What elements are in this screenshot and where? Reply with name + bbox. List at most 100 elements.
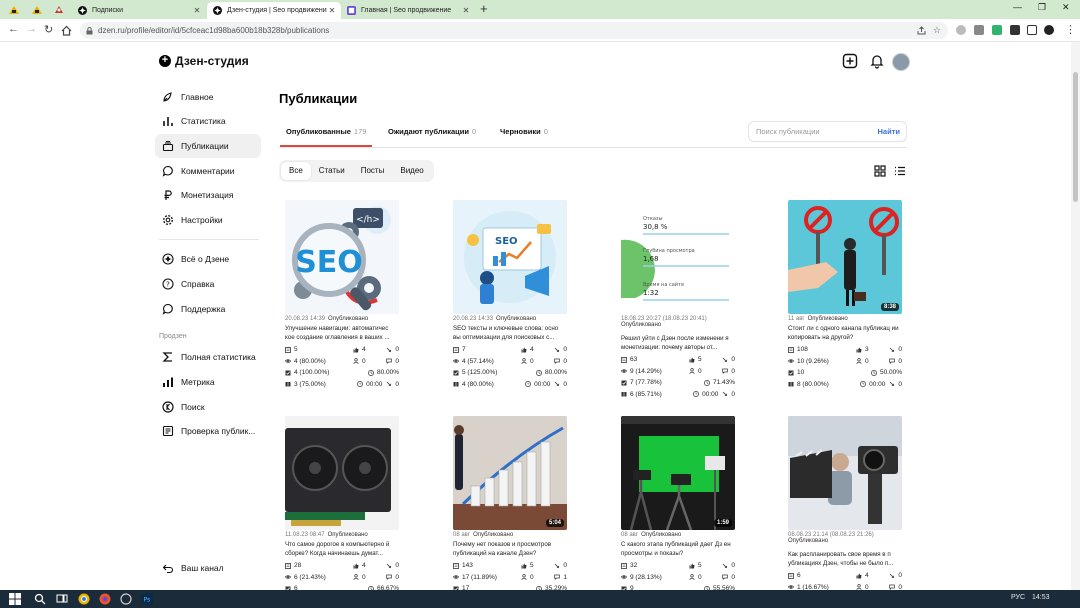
publication-thumbnail[interactable]: 1:59 [621,416,735,530]
chrome-icon[interactable] [78,593,90,605]
profile-icon[interactable] [1044,25,1054,35]
grid-view-icon[interactable] [874,165,886,177]
publication-card[interactable]: 5:04 08 авг Опубликовано Почему нет показ… [453,416,567,590]
sidebar-item-main[interactable]: Главное [155,85,261,109]
create-button[interactable] [842,53,858,69]
sidebar-item-monetization[interactable]: Монетизация [155,183,261,207]
search-icon[interactable] [34,593,46,605]
close-icon[interactable]: ✕ [461,6,471,15]
minimize-icon[interactable]: — [1013,2,1022,12]
tab-published[interactable]: Опубликованные 179 [279,127,373,147]
publication-thumbnail[interactable]: 5:04 [453,416,567,530]
sidebar-item-comments[interactable]: Комментарии [155,159,261,183]
list-view-icon[interactable] [894,165,906,177]
sidebar-item-full-statistics[interactable]: Полная статистика [155,345,261,369]
repost-icon [890,347,895,352]
publication-title[interactable]: Как распланировать свое время в п ублика… [788,551,902,568]
publication-title[interactable]: Что самое дорогое в компьютерно й сборке… [285,541,399,558]
sidebar-item-search[interactable]: Поиск [155,395,261,419]
publication-thumbnail[interactable]: </h> SEO [285,200,399,314]
publication-card[interactable]: 8:38 11 авг Опубликовано Стоит ли с одног… [788,200,902,400]
windows-start-icon[interactable] [9,593,21,605]
publication-card[interactable]: 1:59 08 авг Опубликовано С какого этапа п… [621,416,735,590]
scrollbar-thumb[interactable] [1073,72,1078,202]
close-window-icon[interactable]: ✕ [1062,2,1070,13]
filter-articles[interactable]: Статьи [311,162,353,180]
sidebar-item-settings[interactable]: Настройки [155,208,261,232]
clock[interactable]: 14:53 [1032,594,1050,601]
star-icon[interactable]: ☆ [933,22,941,39]
comments: 0 [889,358,902,365]
new-tab-button[interactable]: + [480,1,488,16]
sidebar-item-check[interactable]: Проверка публик... [155,419,261,443]
sidebar-item-about-dzen[interactable]: Всё о Дзене [155,247,261,271]
publication-title[interactable]: Решил уйти с Дзен после изменени я монет… [621,335,735,352]
sidebar-item-statistics[interactable]: Статистика [155,109,261,133]
publication-thumbnail[interactable]: SEO [453,200,567,314]
extension-icon[interactable] [992,25,1002,35]
filter-all[interactable]: Все [281,162,311,180]
maximize-icon[interactable]: ❐ [1038,2,1046,13]
sidebar-item-publications[interactable]: Публикации [155,134,261,158]
photoshop-icon[interactable]: Ps [141,593,153,605]
publication-title[interactable]: С какого этапа публикаций дает Дз ен про… [621,541,735,558]
subscribers: 0 [689,574,702,581]
close-icon[interactable]: ✕ [327,6,337,15]
doc-icon [285,346,291,353]
search-button[interactable]: Найти [878,122,900,141]
forward-arrow-icon[interactable]: → [26,23,37,35]
task-view-icon[interactable] [56,593,68,605]
publication-title[interactable]: SEO тексты и ключевые слова: осно вы опт… [453,325,567,342]
filter-posts[interactable]: Посты [353,162,393,180]
pinned-tab-icon[interactable] [53,4,65,15]
tab-main[interactable]: Главная | Seo продвижение ✕ [341,2,475,19]
app-icon[interactable] [120,593,132,605]
publication-title[interactable]: Стоит ли с одного канала публикац ии коп… [788,325,902,342]
reload-icon[interactable]: ↻ [44,23,53,36]
pinned-tab-icon[interactable] [8,4,20,15]
publication-thumbnail[interactable]: 8:38 [788,200,902,314]
sidebar-item-metrika[interactable]: Метрика [155,370,261,394]
publication-title[interactable]: Улучшение навигации: автоматичес кое соз… [285,325,399,342]
publication-thumbnail[interactable] [788,416,902,530]
back-to-channel-link[interactable]: Ваш канал [162,562,224,574]
publication-card[interactable]: 08.08.23 21:14 (08.08.23 21:26) Опубликов… [788,416,902,590]
stat-row: 9 (28.13%) 0 0 [621,574,735,586]
publication-thumbnail[interactable] [285,416,399,530]
percent-icon [704,379,710,386]
bell-icon[interactable] [869,53,885,69]
filter-video[interactable]: Видео [392,162,431,180]
share-icon[interactable] [917,26,926,35]
search-input[interactable]: Поиск публикации Найти [748,121,907,142]
publication-stats: 5 4 0 4 (80.00%) 0 0 4 (100.00%) 80.00% … [285,346,399,392]
publication-card[interactable]: Отказы 30,8 % Глубина просмотра 1,68 Время н… [621,200,735,400]
publication-title[interactable]: Почему нет показов и просмотров публикац… [453,541,567,558]
extension-icon[interactable] [956,25,966,35]
sidebar-item-help[interactable]: ? Справка [155,272,261,296]
stat-row: 28 4 0 [285,562,399,574]
tab-scheduled[interactable]: Ожидают публикации 0 [388,127,476,136]
firefox-icon[interactable] [99,593,111,605]
pinned-tab-icon[interactable] [31,4,43,15]
publication-card[interactable]: SEO 20.08.23 14:33 Опубликовано SEO текст… [453,200,567,400]
tab-drafts[interactable]: Черновики 0 [500,127,548,136]
tab-dzen-studio[interactable]: Дзен-студия | Seo продвижение ✕ [207,2,341,19]
puzzle-icon[interactable] [1010,25,1020,35]
tab-subscriptions[interactable]: Подписки ✕ [72,2,206,19]
publication-card[interactable]: 11.08.23 08:47 Опубликовано Что самое дор… [285,416,399,590]
shield-icon[interactable] [974,25,984,35]
home-icon[interactable] [61,25,72,36]
scrollbar[interactable] [1071,42,1080,590]
sidebar-item-support[interactable]: Поддержка [155,297,261,321]
menu-dots-icon[interactable]: ⋮ [1065,23,1076,36]
url-field[interactable]: dzen.ru/profile/editor/id/5cfceac1d98ba6… [80,22,948,39]
publication-card[interactable]: </h> SEO 20.08.23 14:39 Опубликовано Улучш… [285,200,399,400]
logo[interactable]: + Дзен-студия [159,54,249,68]
close-icon[interactable]: ✕ [192,6,202,15]
sidebar-toggle-icon[interactable] [1027,25,1037,35]
back-arrow-icon[interactable]: ← [8,23,19,35]
publication-thumbnail[interactable]: Отказы 30,8 % Глубина просмотра 1,68 Время н… [621,200,735,314]
user-icon [689,368,695,374]
avatar[interactable] [892,53,910,71]
language-indicator[interactable]: РУС [1011,594,1025,601]
